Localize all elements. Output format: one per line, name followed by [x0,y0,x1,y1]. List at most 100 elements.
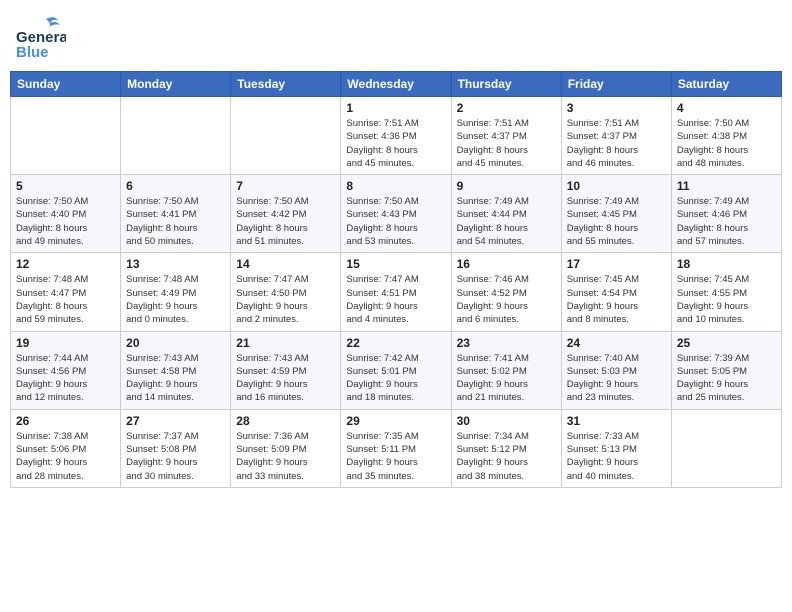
day-info: Sunrise: 7:48 AMSunset: 4:47 PMDaylight:… [16,273,115,326]
day-info: Sunrise: 7:43 AMSunset: 4:59 PMDaylight:… [236,352,335,405]
day-number: 23 [457,336,556,350]
day-info: Sunrise: 7:47 AMSunset: 4:50 PMDaylight:… [236,273,335,326]
day-number: 10 [567,179,666,193]
day-number: 18 [677,257,776,271]
day-cell: 31 Sunrise: 7:33 AMSunset: 5:13 PMDayligh… [561,409,671,487]
day-info: Sunrise: 7:37 AMSunset: 5:08 PMDaylight:… [126,430,225,483]
day-number: 19 [16,336,115,350]
day-number: 29 [346,414,445,428]
day-number: 9 [457,179,556,193]
day-info: Sunrise: 7:40 AMSunset: 5:03 PMDaylight:… [567,352,666,405]
day-info: Sunrise: 7:38 AMSunset: 5:06 PMDaylight:… [16,430,115,483]
day-cell: 6 Sunrise: 7:50 AMSunset: 4:41 PMDaylight… [121,175,231,253]
day-number: 13 [126,257,225,271]
day-number: 26 [16,414,115,428]
day-info: Sunrise: 7:34 AMSunset: 5:12 PMDaylight:… [457,430,556,483]
day-cell [11,97,121,175]
day-number: 24 [567,336,666,350]
svg-text:Blue: Blue [16,44,49,59]
day-info: Sunrise: 7:49 AMSunset: 4:45 PMDaylight:… [567,195,666,248]
day-number: 11 [677,179,776,193]
day-number: 17 [567,257,666,271]
calendar-table: SundayMondayTuesdayWednesdayThursdayFrid… [10,71,782,488]
day-cell: 18Sunrise: 7:45 AMSunset: 4:55 PMDayligh… [671,253,781,331]
day-number: 25 [677,336,776,350]
day-number: 7 [236,179,335,193]
day-info: Sunrise: 7:51 AMSunset: 4:37 PMDaylight:… [457,117,556,170]
day-cell: 13Sunrise: 7:48 AMSunset: 4:49 PMDayligh… [121,253,231,331]
week-row-3: 12 Sunrise: 7:48 AMSunset: 4:47 PMDayligh… [11,253,782,331]
day-info: Sunrise: 7:41 AMSunset: 5:02 PMDaylight:… [457,352,556,405]
weekday-header-tuesday: Tuesday [231,72,341,97]
day-cell: 11 Sunrise: 7:49 AMSunset: 4:46 PMDayligh… [671,175,781,253]
day-cell: 15 Sunrise: 7:47 AMSunset: 4:51 PMDayligh… [341,253,451,331]
day-info: Sunrise: 7:51 AMSunset: 4:36 PMDaylight:… [346,117,445,170]
day-number: 27 [126,414,225,428]
day-cell: 20Sunrise: 7:43 AMSunset: 4:58 PMDayligh… [121,331,231,409]
day-cell: 25 Sunrise: 7:39 AMSunset: 5:05 PMDayligh… [671,331,781,409]
day-info: Sunrise: 7:50 AMSunset: 4:41 PMDaylight:… [126,195,225,248]
day-info: Sunrise: 7:33 AMSunset: 5:13 PMDaylight:… [567,430,666,483]
day-cell: 7 Sunrise: 7:50 AMSunset: 4:42 PMDaylight… [231,175,341,253]
day-cell: 2 Sunrise: 7:51 AMSunset: 4:37 PMDaylight… [451,97,561,175]
day-cell: 28 Sunrise: 7:36 AMSunset: 5:09 PMDayligh… [231,409,341,487]
day-cell: 19 Sunrise: 7:44 AMSunset: 4:56 PMDayligh… [11,331,121,409]
day-number: 21 [236,336,335,350]
day-cell [231,97,341,175]
day-number: 22 [346,336,445,350]
day-info: Sunrise: 7:39 AMSunset: 5:05 PMDaylight:… [677,352,776,405]
day-cell: 27 Sunrise: 7:37 AMSunset: 5:08 PMDayligh… [121,409,231,487]
day-cell: 22Sunrise: 7:42 AMSunset: 5:01 PMDayligh… [341,331,451,409]
day-cell: 12 Sunrise: 7:48 AMSunset: 4:47 PMDayligh… [11,253,121,331]
day-info: Sunrise: 7:50 AMSunset: 4:38 PMDaylight:… [677,117,776,170]
day-number: 28 [236,414,335,428]
day-cell: 1 Sunrise: 7:51 AMSunset: 4:36 PMDaylight… [341,97,451,175]
day-number: 6 [126,179,225,193]
day-cell: 5Sunrise: 7:50 AMSunset: 4:40 PMDaylight… [11,175,121,253]
day-info: Sunrise: 7:49 AMSunset: 4:46 PMDaylight:… [677,195,776,248]
day-cell: 21 Sunrise: 7:43 AMSunset: 4:59 PMDayligh… [231,331,341,409]
week-row-1: 1 Sunrise: 7:51 AMSunset: 4:36 PMDaylight… [11,97,782,175]
day-cell: 10 Sunrise: 7:49 AMSunset: 4:45 PMDayligh… [561,175,671,253]
weekday-header-monday: Monday [121,72,231,97]
day-number: 12 [16,257,115,271]
logo: GeneralBlue [16,14,66,59]
day-info: Sunrise: 7:43 AMSunset: 4:58 PMDaylight:… [126,352,225,405]
day-number: 14 [236,257,335,271]
weekday-header-saturday: Saturday [671,72,781,97]
logo-svg: GeneralBlue [16,14,66,59]
day-number: 1 [346,101,445,115]
day-number: 3 [567,101,666,115]
day-cell: 4 Sunrise: 7:50 AMSunset: 4:38 PMDaylight… [671,97,781,175]
day-info: Sunrise: 7:46 AMSunset: 4:52 PMDaylight:… [457,273,556,326]
day-cell: 9 Sunrise: 7:49 AMSunset: 4:44 PMDaylight… [451,175,561,253]
day-cell: 26 Sunrise: 7:38 AMSunset: 5:06 PMDayligh… [11,409,121,487]
day-cell: 30Sunrise: 7:34 AMSunset: 5:12 PMDayligh… [451,409,561,487]
day-cell: 29 Sunrise: 7:35 AMSunset: 5:11 PMDayligh… [341,409,451,487]
day-cell: 24 Sunrise: 7:40 AMSunset: 5:03 PMDayligh… [561,331,671,409]
day-cell: 23 Sunrise: 7:41 AMSunset: 5:02 PMDayligh… [451,331,561,409]
day-cell: 17Sunrise: 7:45 AMSunset: 4:54 PMDayligh… [561,253,671,331]
day-number: 16 [457,257,556,271]
day-cell: 16 Sunrise: 7:46 AMSunset: 4:52 PMDayligh… [451,253,561,331]
day-info: Sunrise: 7:51 AMSunset: 4:37 PMDaylight:… [567,117,666,170]
day-info: Sunrise: 7:49 AMSunset: 4:44 PMDaylight:… [457,195,556,248]
day-cell: 3 Sunrise: 7:51 AMSunset: 4:37 PMDaylight… [561,97,671,175]
weekday-header-sunday: Sunday [11,72,121,97]
day-info: Sunrise: 7:36 AMSunset: 5:09 PMDaylight:… [236,430,335,483]
day-number: 5 [16,179,115,193]
weekday-header-friday: Friday [561,72,671,97]
day-info: Sunrise: 7:35 AMSunset: 5:11 PMDaylight:… [346,430,445,483]
day-info: Sunrise: 7:44 AMSunset: 4:56 PMDaylight:… [16,352,115,405]
day-number: 31 [567,414,666,428]
day-cell: 14 Sunrise: 7:47 AMSunset: 4:50 PMDayligh… [231,253,341,331]
day-info: Sunrise: 7:50 AMSunset: 4:43 PMDaylight:… [346,195,445,248]
day-cell: 8Sunrise: 7:50 AMSunset: 4:43 PMDaylight… [341,175,451,253]
day-number: 2 [457,101,556,115]
day-info: Sunrise: 7:50 AMSunset: 4:42 PMDaylight:… [236,195,335,248]
week-row-5: 26 Sunrise: 7:38 AMSunset: 5:06 PMDayligh… [11,409,782,487]
day-cell [671,409,781,487]
day-info: Sunrise: 7:47 AMSunset: 4:51 PMDaylight:… [346,273,445,326]
day-number: 15 [346,257,445,271]
day-number: 4 [677,101,776,115]
